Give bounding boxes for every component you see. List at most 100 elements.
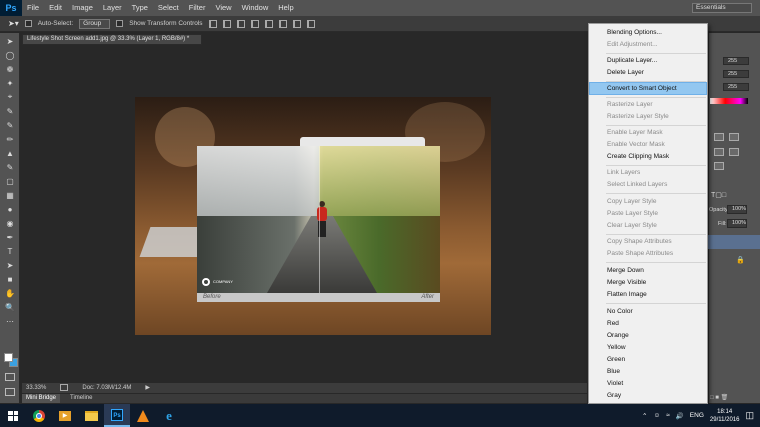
crop-tool-icon[interactable]: ⌖: [3, 91, 17, 103]
dodge-tool-icon[interactable]: ◉: [3, 217, 17, 229]
red-value[interactable]: 255: [723, 57, 749, 65]
menu-item-create-clipping-mask[interactable]: Create Clipping Mask: [590, 151, 706, 162]
distribute-right-icon[interactable]: [306, 19, 315, 28]
align-left-icon[interactable]: [208, 19, 217, 28]
adjustment-icon[interactable]: [714, 133, 724, 141]
magic-wand-tool-icon[interactable]: ✦: [3, 77, 17, 89]
clock[interactable]: 18:14 29/11/2016: [710, 408, 740, 424]
menu-item-orange[interactable]: Orange: [590, 330, 706, 341]
type-tool-icon[interactable]: T: [3, 245, 17, 257]
extra-tools-icon[interactable]: ⋯: [3, 315, 17, 327]
file-explorer-icon[interactable]: [78, 404, 104, 427]
opacity-field[interactable]: 100%: [727, 205, 747, 214]
auto-select-dropdown[interactable]: Group: [79, 18, 111, 29]
move-tool-icon[interactable]: ➤: [3, 35, 17, 47]
auto-select-checkbox[interactable]: [24, 20, 32, 27]
adjustment-icon[interactable]: [729, 133, 739, 141]
menu-item-convert-to-smart-object[interactable]: Convert to Smart Object: [589, 82, 707, 95]
distribute-top-icon[interactable]: [250, 19, 259, 28]
chrome-icon[interactable]: [26, 404, 52, 427]
blue-value[interactable]: 255: [723, 83, 749, 91]
adjustment-icon[interactable]: [729, 148, 739, 156]
network-icon[interactable]: ☺: [653, 412, 660, 419]
menu-layer[interactable]: Layer: [98, 0, 127, 16]
menu-type[interactable]: Type: [127, 0, 153, 16]
before-after-bar: Before After: [197, 293, 440, 302]
color-ramp[interactable]: [710, 98, 748, 104]
menu-item-merge-down[interactable]: Merge Down: [590, 265, 706, 276]
layer-filter-icons[interactable]: T▢□: [711, 191, 726, 199]
hand-tool-icon[interactable]: ✋: [3, 287, 17, 299]
green-value[interactable]: 255: [723, 70, 749, 78]
gradient-tool-icon[interactable]: ▦: [3, 189, 17, 201]
foreground-color-swatch[interactable]: [4, 353, 13, 362]
selected-layer-row[interactable]: [708, 235, 760, 249]
status-menu-arrow-icon[interactable]: ▶: [145, 383, 150, 393]
zoom-level[interactable]: 33.33%: [26, 383, 46, 393]
adjustment-icon[interactable]: [714, 162, 724, 170]
screen-mode-icon[interactable]: [5, 388, 15, 396]
pen-tool-icon[interactable]: ✒: [3, 231, 17, 243]
menu-item-delete-layer[interactable]: Delete Layer: [590, 67, 706, 78]
quick-mask-icon[interactable]: [5, 373, 15, 381]
eraser-tool-icon[interactable]: ▢: [3, 175, 17, 187]
shape-tool-icon[interactable]: ■: [3, 273, 17, 285]
menu-image[interactable]: Image: [67, 0, 98, 16]
clone-stamp-tool-icon[interactable]: ▲: [3, 147, 17, 159]
menu-item-copy-shape-attributes: Copy Shape Attributes: [607, 238, 672, 245]
transform-controls-checkbox[interactable]: [116, 20, 124, 27]
menu-item-green[interactable]: Green: [590, 354, 706, 365]
brush-tool-icon[interactable]: ✏: [3, 133, 17, 145]
workspace-dropdown[interactable]: Essentials: [692, 3, 752, 13]
distribute-left-icon[interactable]: [292, 19, 301, 28]
distribute-bottom-icon[interactable]: [278, 19, 287, 28]
show-hidden-icons-icon[interactable]: ⌃: [642, 412, 647, 420]
blur-tool-icon[interactable]: ●: [3, 203, 17, 215]
menu-filter[interactable]: Filter: [184, 0, 211, 16]
menu-edit[interactable]: Edit: [44, 0, 67, 16]
menu-item-duplicate-layer[interactable]: Duplicate Layer...: [590, 55, 706, 66]
path-selection-tool-icon[interactable]: ➤: [3, 259, 17, 271]
menu-item-violet[interactable]: Violet: [590, 378, 706, 389]
marquee-tool-icon[interactable]: ◯: [3, 49, 17, 61]
menu-help[interactable]: Help: [273, 0, 298, 16]
menu-view[interactable]: View: [210, 0, 236, 16]
vlc-icon[interactable]: [130, 404, 156, 427]
internet-explorer-icon[interactable]: e: [156, 404, 182, 427]
healing-brush-tool-icon[interactable]: ✎: [3, 119, 17, 131]
tab-mini-bridge[interactable]: Mini Bridge: [22, 394, 61, 403]
menu-item-merge-visible[interactable]: Merge Visible: [590, 277, 706, 288]
lasso-tool-icon[interactable]: ❁: [3, 63, 17, 75]
volume-icon[interactable]: 🔊: [676, 412, 684, 420]
tab-timeline[interactable]: Timeline: [66, 394, 96, 403]
action-center-icon[interactable]: ◫: [745, 410, 754, 421]
menu-window[interactable]: Window: [237, 0, 274, 16]
move-tool-icon[interactable]: ➤▾: [8, 19, 19, 28]
eyedropper-tool-icon[interactable]: ✎: [3, 105, 17, 117]
document-image[interactable]: COMPANY Before After: [135, 97, 491, 335]
document-tab[interactable]: Lifestyle Shot Screen add1.jpg @ 33.3% (…: [22, 34, 202, 45]
media-player-icon[interactable]: ▶: [52, 404, 78, 427]
layer-panel-buttons[interactable]: □ ■ 🗑: [710, 394, 728, 401]
menu-item-gray[interactable]: Gray: [590, 390, 706, 401]
align-right-icon[interactable]: [236, 19, 245, 28]
menu-item-red[interactable]: Red: [590, 318, 706, 329]
menu-item-flatten-image[interactable]: Flatten Image: [590, 289, 706, 300]
menu-item-yellow[interactable]: Yellow: [590, 342, 706, 353]
distribute-middle-icon[interactable]: [264, 19, 273, 28]
start-button[interactable]: [0, 404, 26, 427]
menu-item-blue[interactable]: Blue: [590, 366, 706, 377]
menu-select[interactable]: Select: [153, 0, 184, 16]
menu-item-blending-options[interactable]: Blending Options...: [590, 27, 706, 38]
export-icon[interactable]: [60, 384, 69, 391]
menu-file[interactable]: File: [22, 0, 44, 16]
align-center-icon[interactable]: [222, 19, 231, 28]
language-indicator[interactable]: ENG: [690, 412, 704, 419]
wifi-icon[interactable]: ≈: [666, 412, 670, 419]
zoom-tool-icon[interactable]: 🔍: [3, 301, 17, 313]
photoshop-taskbar-icon[interactable]: Ps: [104, 404, 130, 427]
fill-field[interactable]: 100%: [727, 219, 747, 228]
menu-item-no-color[interactable]: No Color: [590, 306, 706, 317]
adjustment-icon[interactable]: [714, 148, 724, 156]
history-brush-tool-icon[interactable]: ✎: [3, 161, 17, 173]
